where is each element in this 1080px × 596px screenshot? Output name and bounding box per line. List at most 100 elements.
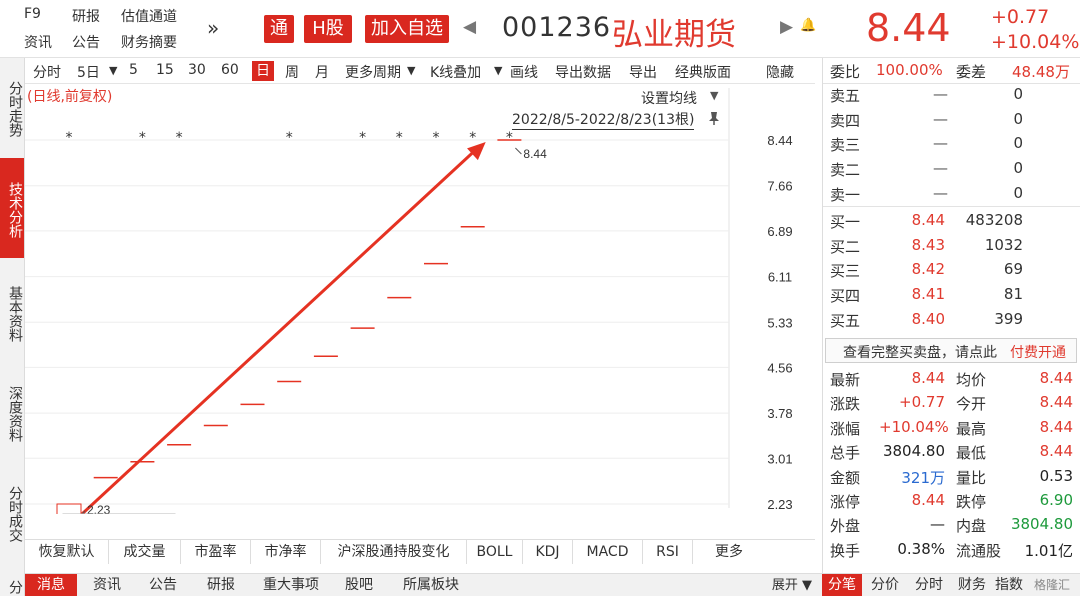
chevron-down-icon[interactable]: ▼ [710, 89, 718, 102]
footer-tab-major-events[interactable]: 重大事项 [251, 574, 331, 596]
kdj-tab[interactable]: KDJ [523, 540, 573, 564]
pe-ratio-tab[interactable]: 市盈率 [181, 540, 251, 564]
tab-technical-analysis[interactable]: 技术分析 [0, 158, 24, 258]
stat-value: — [930, 515, 945, 534]
y-tick-label: 2.23 [767, 497, 792, 512]
pay-activate-link[interactable]: 付费开通 [1010, 342, 1066, 362]
pb-ratio-tab[interactable]: 市净率 [251, 540, 321, 564]
tab-intraday-trades[interactable]: 分时成交 [0, 466, 24, 558]
high-pointer [515, 147, 522, 155]
stat-label: 跌停 [956, 493, 987, 511]
y-tick-label: 6.89 [767, 224, 792, 239]
buy-level-label: 买三 [830, 262, 861, 281]
period-daily[interactable]: 日 [252, 61, 274, 81]
trend-arrow-line [67, 146, 479, 528]
tab-basic-info[interactable]: 基本资料 [0, 266, 24, 358]
stat-value: 6.90 [1039, 491, 1073, 509]
stat-label: 最低 [956, 444, 987, 463]
more-chevron-icon[interactable]: » [207, 16, 219, 40]
sell-level-price: — [933, 109, 948, 128]
buy-level-label: 买五 [830, 311, 861, 330]
next-stock-arrow-icon[interactable]: ▶ [780, 17, 793, 37]
right-tab-price-dist[interactable]: 分价 [865, 574, 905, 596]
right-tab-index[interactable]: 指数 [994, 574, 1024, 596]
h-share-button[interactable]: H股 [304, 15, 352, 43]
buy-level-label: 买二 [830, 237, 861, 256]
tab-deep-info[interactable]: 深度资料 [0, 366, 24, 458]
bell-icon[interactable]: 🔔 [800, 18, 816, 33]
macd-tab[interactable]: MACD [573, 540, 643, 564]
period-15min[interactable]: 15 [156, 62, 174, 78]
more-indicators-tab[interactable]: 更多 [693, 540, 765, 564]
sell-level-price: — [933, 159, 948, 178]
rsi-tab[interactable]: RSI [643, 540, 693, 564]
stat-label: 内盘 [956, 517, 987, 536]
classic-layout-button[interactable]: 经典版面 [675, 62, 731, 82]
valuation-link[interactable]: 估值通道 [121, 6, 177, 26]
high-price-annotation: 8.44 [523, 147, 547, 161]
quote-panel: 委比 100.00% 委差 48.48万 卖五 — 0 卖四 — 0 卖三 — 0 卖二 — 0 卖一 —… [822, 58, 1080, 573]
buy-level-price: 8.43 [911, 235, 945, 254]
right-tab-financial[interactable]: 财务 [952, 574, 992, 596]
chevron-down-icon[interactable]: ▼ [407, 64, 415, 77]
export-button[interactable]: 导出 [629, 62, 657, 82]
f9-link[interactable]: F9 [24, 6, 41, 22]
prev-stock-arrow-icon[interactable]: ◀ [463, 17, 476, 37]
tab-more[interactable]: 分 [0, 573, 24, 596]
northbound-holding-tab[interactable]: 沪深股通持股变化 [321, 540, 467, 564]
boll-tab[interactable]: BOLL [467, 540, 523, 564]
right-tab-intraday[interactable]: 分时 [908, 574, 950, 596]
draw-line-button[interactable]: 画线 [510, 62, 538, 82]
period-weekly[interactable]: 周 [285, 62, 299, 82]
announcement-link[interactable]: 公告 [72, 32, 100, 52]
stat-value: 8.44 [1039, 393, 1073, 412]
buy-level-price: 8.44 [911, 211, 945, 229]
chevron-down-icon[interactable]: ▼ [109, 64, 117, 77]
y-tick-label: 7.66 [767, 179, 792, 194]
financial-summary-link[interactable]: 财务摘要 [121, 32, 177, 52]
add-watchlist-button[interactable]: 加入自选 [365, 15, 449, 43]
footer-tab-research[interactable]: 研报 [195, 574, 247, 596]
chevron-down-icon[interactable]: ▼ [494, 64, 502, 77]
stat-value: 1.01亿 [1024, 541, 1073, 560]
tong-badge[interactable]: 通 [264, 15, 294, 43]
hide-button[interactable]: 隐藏 [766, 62, 794, 82]
footer-tab-sectors[interactable]: 所属板块 [391, 574, 471, 596]
wei-bi-value: 100.00% [876, 61, 943, 79]
buy-level-price: 8.40 [911, 309, 945, 328]
ma-setting-button[interactable]: 设置均线 [641, 88, 697, 108]
research-link[interactable]: 研报 [72, 6, 100, 26]
tab-intraday-trend[interactable]: 分时走势 [0, 64, 24, 150]
kline-chart[interactable]: 8.44 7.66 6.89 6.11 5.33 4.56 3.78 3.01 2.23 * * *… [25, 84, 815, 536]
reset-default-tab[interactable]: 恢复默认 [25, 540, 109, 564]
expand-button[interactable]: 展开 ▼ [765, 574, 819, 596]
y-tick-label: 6.11 [768, 270, 792, 285]
kline-overlay-dropdown[interactable]: K线叠加 [430, 62, 481, 82]
view-full-orderbook-text: 查看完整买卖盘，请点此 [843, 345, 997, 361]
sell-level-volume: 0 [1013, 159, 1023, 178]
volume-tab[interactable]: 成交量 [109, 540, 181, 564]
period-intraday[interactable]: 分时 [33, 62, 61, 82]
footer-tabs: 消息 资讯 公告 研报 重大事项 股吧 所属板块 展开 ▼ 分笔 分价 分时 财… [25, 573, 1080, 596]
right-tab-ticks[interactable]: 分笔 [822, 574, 862, 596]
footer-tab-messages[interactable]: 消息 [25, 574, 77, 596]
pin-icon[interactable] [707, 110, 721, 126]
stat-label: 涨停 [830, 493, 861, 511]
footer-tab-stock-forum[interactable]: 股吧 [335, 574, 383, 596]
wei-cha-value: 48.48万 [1012, 63, 1070, 81]
wei-cha-label: 委差 [956, 63, 987, 81]
stat-label: 流通股 [956, 541, 1002, 560]
view-full-orderbook-box[interactable]: 查看完整买卖盘，请点此 付费开通 [825, 338, 1077, 363]
period-60min[interactable]: 60 [221, 62, 239, 78]
more-periods-dropdown[interactable]: 更多周期 [345, 62, 401, 82]
event-marker-icon: * [469, 130, 476, 146]
period-5min[interactable]: 5 [129, 62, 138, 78]
footer-tab-news[interactable]: 资讯 [81, 574, 133, 596]
period-monthly[interactable]: 月 [315, 62, 329, 82]
period-30min[interactable]: 30 [188, 62, 206, 78]
footer-tab-announcements[interactable]: 公告 [137, 574, 189, 596]
stat-label: 涨跌 [830, 395, 861, 414]
period-5day[interactable]: 5日 [77, 62, 100, 82]
news-link[interactable]: 资讯 [24, 32, 52, 52]
export-data-button[interactable]: 导出数据 [555, 62, 611, 82]
